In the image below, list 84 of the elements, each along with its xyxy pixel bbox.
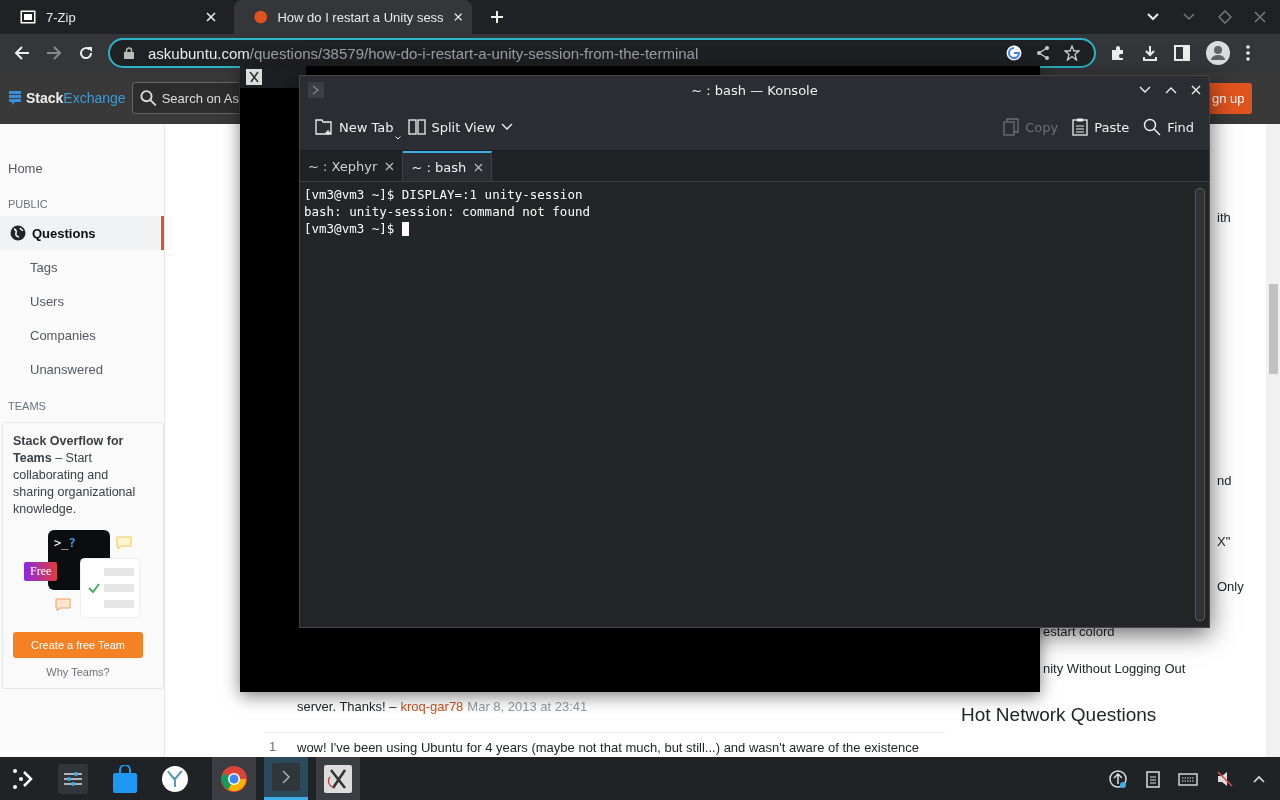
section-title: Hot Network Questions	[961, 704, 1158, 726]
why-teams-link[interactable]: Why Teams?	[46, 666, 110, 678]
search-icon	[140, 89, 157, 107]
terminal-line: [vm3@vm3 ~]$	[304, 220, 396, 237]
paste-button[interactable]: Paste	[1065, 114, 1137, 140]
comment-score: 1	[268, 739, 278, 756]
nav-heading: TEAMS	[7, 399, 47, 414]
user-link[interactable]: kroq-gar78	[400, 698, 464, 715]
avatar-icon[interactable]	[1206, 41, 1230, 65]
new-tab-icon[interactable]	[490, 10, 504, 24]
split-view-icon	[407, 118, 426, 136]
lock-icon	[124, 47, 134, 59]
sidebar-link[interactable]: nity Without Logging Out	[1043, 661, 1186, 676]
terminal-line: [vm3@vm3 ~]$ DISPLAY=:1 unity-session	[304, 186, 583, 203]
caret-icon	[501, 123, 514, 131]
clipboard-icon[interactable]	[1146, 769, 1160, 788]
nav-item[interactable]: Companies	[0, 318, 164, 352]
terminal-line: bash: unity-session: command not found	[304, 203, 590, 220]
free-badge: Free	[24, 562, 58, 581]
comment-text: wow! I've been using Ubuntu for 4 years (maybe not that much, but still...) and wasn't aware of the existence	[297, 739, 920, 756]
forward-icon[interactable]	[46, 45, 62, 61]
reload-icon[interactable]	[78, 45, 94, 61]
x-logo-icon	[324, 764, 352, 793]
taskbar-app[interactable]	[316, 757, 360, 800]
sign-up-button[interactable]: gn up	[1210, 82, 1252, 114]
nav-item[interactable]: Home	[0, 156, 164, 180]
sliders-icon[interactable]	[58, 763, 88, 794]
nav-item[interactable]: Questions	[0, 216, 164, 250]
stack-icon[interactable]	[9, 91, 21, 105]
muted-speaker-icon[interactable]	[1216, 769, 1234, 788]
copy-icon	[1003, 118, 1020, 136]
browser-tab[interactable]: 7-Zip	[0, 0, 226, 34]
menu-icon[interactable]	[1246, 45, 1250, 61]
split-view-button[interactable]: Split View	[400, 114, 521, 140]
sidebar-link[interactable]: estart colord	[1043, 624, 1115, 639]
scrollbar[interactable]	[1266, 124, 1280, 757]
new-tab-icon	[315, 118, 333, 136]
window-title: ~ : bash — Konsole	[691, 82, 818, 98]
close-icon[interactable]	[474, 162, 484, 172]
browser-tab[interactable]: How do I restart a Unity sess	[234, 0, 472, 34]
nav-item[interactable]: Users	[0, 284, 164, 318]
terminal-icon	[272, 763, 300, 791]
search-field[interactable]: Search on As	[132, 82, 239, 114]
update-icon[interactable]	[1108, 768, 1128, 789]
sidebar-link[interactable]: nd	[1217, 473, 1232, 488]
dropdown-icon[interactable]	[1146, 12, 1160, 22]
terminal-tab[interactable]: ~ : bash	[403, 151, 493, 181]
taskbar-app[interactable]	[264, 757, 308, 800]
clipboard-icon	[1072, 118, 1089, 136]
checklist-illustration	[80, 558, 140, 618]
nav-item[interactable]: Tags	[0, 250, 164, 284]
site-logo[interactable]: StackExchange	[26, 90, 126, 106]
scrollbar[interactable]	[1195, 188, 1205, 621]
sidebar-link[interactable]: ith	[1217, 210, 1231, 225]
comment-text: server. Thanks! –	[297, 698, 397, 715]
download-icon[interactable]	[1142, 45, 1158, 61]
caret-icon	[394, 136, 401, 140]
text-cursor	[401, 221, 409, 236]
terminal-icon	[308, 82, 324, 98]
keyboard-icon[interactable]	[1178, 771, 1198, 786]
sidebar-link[interactable]: Only	[1217, 579, 1244, 594]
close-icon[interactable]	[385, 161, 395, 171]
puzzle-icon[interactable]	[1110, 45, 1126, 61]
find-button[interactable]: Find	[1136, 114, 1201, 140]
taskbar-app[interactable]	[212, 757, 256, 800]
back-icon[interactable]	[14, 45, 30, 61]
new-tab-button[interactable]: New Tab	[308, 114, 401, 140]
chrome-icon	[220, 764, 248, 793]
nav-heading: PUBLIC	[7, 197, 49, 212]
share-icon[interactable]	[1036, 45, 1050, 61]
sidebar-icon[interactable]	[1174, 45, 1190, 61]
sidebar-link[interactable]: X"	[1217, 534, 1231, 549]
star-icon[interactable]	[1064, 45, 1080, 61]
launcher-icon[interactable]	[10, 766, 34, 791]
shopping-bag-icon[interactable]	[112, 764, 138, 793]
address-field[interactable]: askubuntu.com/questions/38579/how-do-i-restart-a-unity-session-from-the-terminal	[108, 38, 1096, 68]
globe-icon	[10, 225, 26, 241]
search-icon	[1143, 118, 1162, 136]
nav-item[interactable]: Unanswered	[0, 352, 164, 386]
google-icon[interactable]	[1006, 45, 1022, 61]
zip-icon	[20, 10, 36, 24]
x-logo-icon[interactable]	[246, 69, 262, 85]
chevron-up-icon[interactable]	[1252, 773, 1266, 784]
teams-text: Stack Overflow for Teams – Start collaborating and sharing organizational knowledge.	[13, 433, 137, 518]
